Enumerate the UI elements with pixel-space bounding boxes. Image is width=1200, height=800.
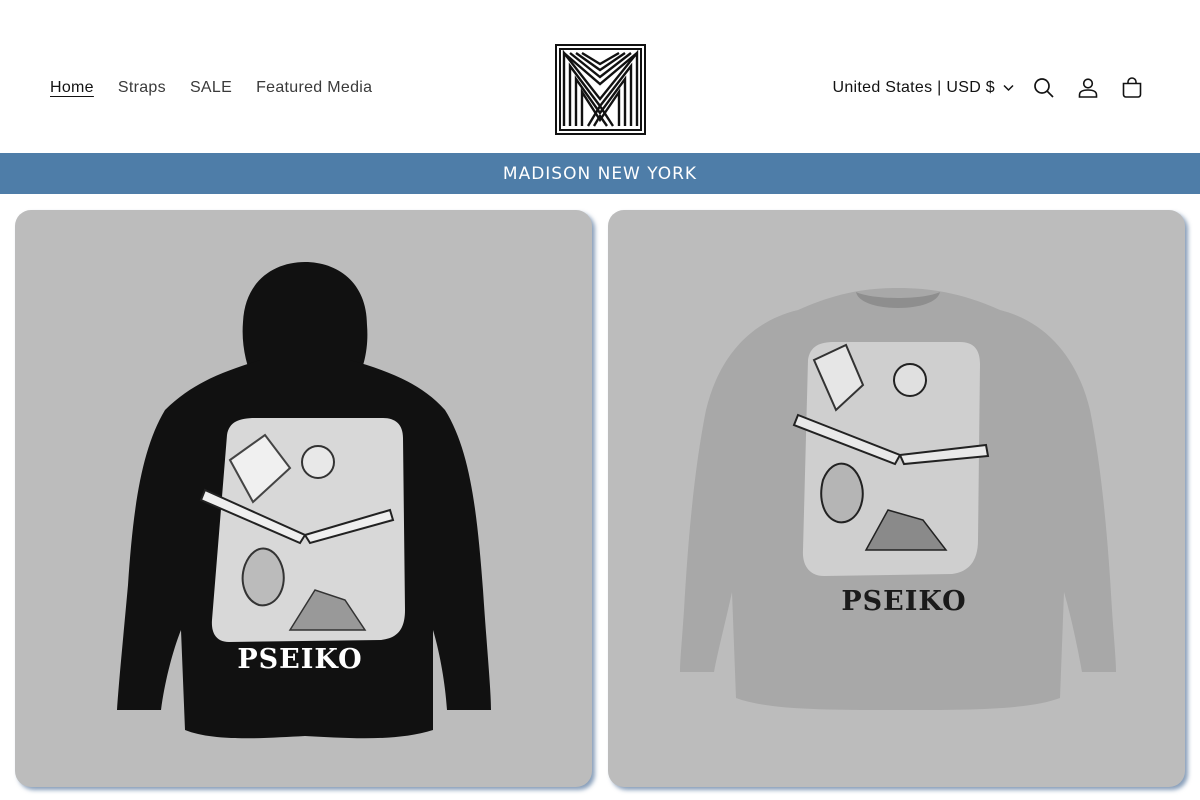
cart-button[interactable] — [1110, 66, 1154, 110]
product-card-hoodie[interactable]: PSEIKO — [15, 210, 592, 787]
crewneck-brand-print: PSEIKO — [841, 586, 966, 617]
announcement-bar: MADISON NEW YORK — [0, 153, 1200, 194]
account-button[interactable] — [1066, 66, 1110, 110]
search-button[interactable] — [1022, 66, 1066, 110]
country-currency-selector[interactable]: United States | USD $ — [832, 79, 1014, 97]
crewneck-image: PSEIKO — [680, 288, 1116, 710]
monogram-m-logo[interactable] — [555, 44, 646, 135]
site-header: Home Straps SALE Featured Media United S… — [0, 0, 1200, 153]
nav-home-link[interactable]: Home — [38, 76, 106, 100]
search-icon — [1034, 78, 1054, 98]
nav-straps-link[interactable]: Straps — [106, 76, 178, 100]
nav-featured-media-link[interactable]: Featured Media — [244, 76, 384, 100]
country-label: United States | USD $ — [832, 79, 995, 96]
account-icon — [1078, 78, 1098, 98]
cart-icon — [1122, 77, 1142, 98]
hoodie-brand-print: PSEIKO — [237, 644, 362, 675]
main-nav: Home Straps SALE Featured Media — [38, 76, 384, 100]
product-card-crewneck[interactable]: PSEIKO — [608, 210, 1185, 787]
nav-sale-link[interactable]: SALE — [178, 76, 244, 100]
announcement-text: MADISON NEW YORK — [502, 163, 698, 184]
chevron-down-icon — [1003, 84, 1014, 92]
hoodie-image: PSEIKO — [117, 262, 491, 739]
header-tools: United States | USD $ — [832, 66, 1154, 110]
